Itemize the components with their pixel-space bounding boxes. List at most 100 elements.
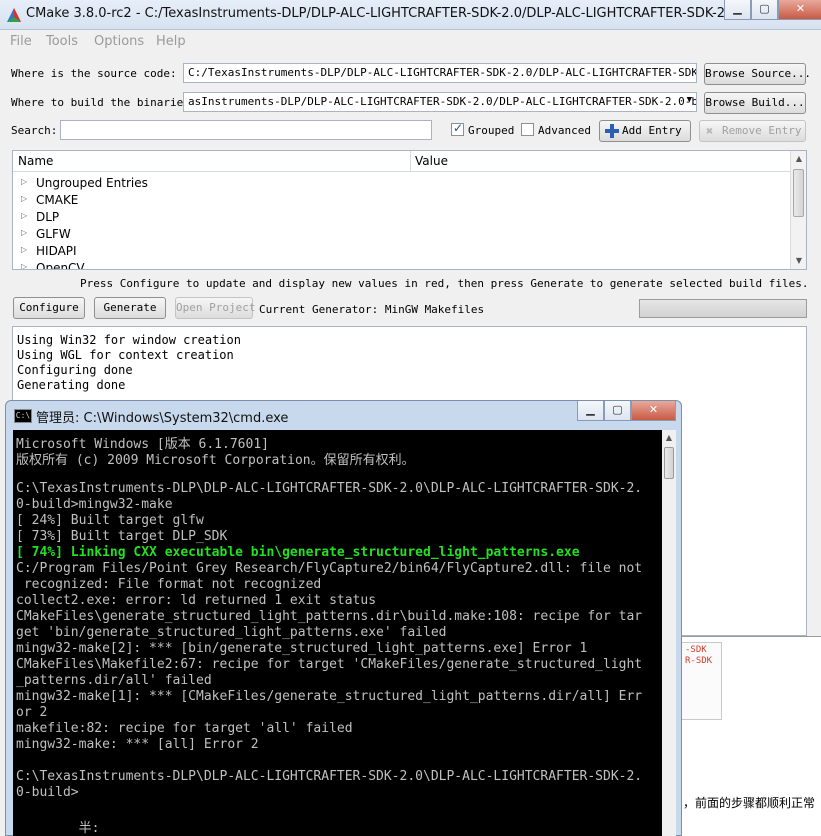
remove-icon: ✖ [706, 124, 714, 138]
cmd-window-controls: ▁ ▢ ✕ [577, 401, 676, 421]
expand-arrow-icon[interactable]: ▷ [21, 245, 27, 254]
grouped-label: Grouped [468, 124, 515, 137]
console-line: mingw32-make[2]: *** [bin/generate_struc… [16, 641, 588, 656]
expand-arrow-icon[interactable]: ▷ [21, 177, 27, 186]
grouped-checkbox[interactable] [451, 121, 464, 136]
console-line: _patterns.dir/all' failed [16, 673, 212, 688]
cmake-logo-icon [7, 8, 21, 22]
output-line: Generating done [17, 378, 126, 392]
console-scrollbar[interactable]: ▲ [662, 430, 676, 836]
add-entry-button[interactable]: Add Entry [599, 120, 691, 142]
build-label: Where to build the binaries: [11, 96, 197, 109]
tree-row-label: CMAKE [36, 193, 79, 207]
search-label: Search: [11, 124, 58, 137]
console-line: C:/Program Files/Point Grey Research/Fly… [16, 561, 643, 576]
cmd-window: C:\ 管理员: C:\Windows\System32\cmd.exe ▁ ▢… [5, 400, 682, 836]
maximize-icon[interactable]: ▢ [604, 401, 631, 421]
browse-source-button[interactable]: Browse Source... [704, 63, 811, 85]
console-line: mingw32-make[1]: *** [CMakeFiles/generat… [16, 689, 643, 704]
console-icon: C:\ [14, 409, 32, 423]
scroll-down-icon[interactable]: ▼ [791, 253, 806, 269]
column-value[interactable]: Value [415, 154, 448, 168]
close-icon[interactable]: ✕ [631, 401, 676, 421]
menu-help[interactable]: Help [156, 34, 186, 49]
tree-row[interactable]: ▷ GLFW [13, 226, 791, 243]
search-input[interactable] [60, 120, 432, 140]
column-separator [410, 151, 411, 172]
configure-hint: Press Configure to update and display ne… [80, 277, 809, 290]
open-project-button[interactable]: Open Project [175, 297, 255, 319]
tree-row-label: OpenCV [36, 261, 85, 270]
background-panel: -SDK R-SDK [681, 642, 722, 720]
advanced-label: Advanced [538, 124, 591, 137]
console-line: CMakeFiles\generate_structured_light_pat… [16, 609, 643, 624]
background-caption: ，前面的步骤都顺利正常 [683, 796, 816, 810]
scroll-up-icon[interactable]: ▲ [791, 151, 806, 167]
maximize-icon[interactable]: ▢ [751, 0, 778, 20]
tree-row[interactable]: ▷ HIDAPI [13, 243, 791, 260]
add-entry-label: Add Entry [622, 124, 682, 137]
remove-entry-button[interactable]: ✖ Remove Entry [699, 120, 806, 142]
menu-file[interactable]: File [10, 34, 32, 49]
build-value: asInstruments-DLP/DLP-ALC-LIGHTCRAFTER-S… [188, 95, 697, 108]
scroll-thumb[interactable] [793, 169, 804, 217]
tree-scrollbar[interactable]: ▲ ▼ [790, 151, 806, 269]
cmd-title: 管理员: C:\Windows\System32\cmd.exe [36, 411, 289, 426]
source-label: Where is the source code: [11, 67, 177, 80]
tree-row-label: DLP [36, 210, 60, 224]
close-icon[interactable]: ✕ [778, 0, 821, 20]
console-line: 0-build> [16, 785, 79, 800]
background-red-text: R-SDK [685, 656, 713, 666]
expand-arrow-icon[interactable]: ▷ [21, 228, 27, 237]
console-line: collect2.exe: error: ld returned 1 exit … [16, 593, 377, 608]
console-line: 半: [16, 821, 100, 836]
minimize-icon[interactable]: ▁ [577, 401, 604, 421]
remove-entry-label: Remove Entry [722, 124, 802, 137]
console-line: [ 24%] Built target glfw [16, 513, 204, 528]
browse-build-button[interactable]: Browse Build... [704, 92, 806, 114]
minimize-icon[interactable]: ▁ [724, 0, 751, 20]
console-line: C:\TexasInstruments-DLP\DLP-ALC-LIGHTCRA… [16, 769, 643, 784]
console-line: 版权所有 (c) 2009 Microsoft Corporation。保留所有… [16, 453, 415, 468]
tree-row[interactable]: ▷ DLP [13, 209, 791, 226]
cmake-window-controls: ▁ ▢ ✕ [724, 0, 821, 20]
cmd-titlebar[interactable]: C:\ 管理员: C:\Windows\System32\cmd.exe ▁ ▢… [6, 401, 681, 429]
menubar: File Tools Options Help [0, 31, 821, 53]
console-line: CMakeFiles\Makefile2:67: recipe for targ… [16, 657, 643, 672]
console-line: [ 73%] Built target DLP_SDK [16, 529, 228, 544]
console-line: [ 74%] Linking CXX executable bin\genera… [16, 545, 580, 560]
background-red-text: -SDK [685, 645, 707, 655]
plus-icon [605, 124, 619, 138]
cache-tree[interactable]: Name Value ▷ Ungrouped Entries ▷ CMAKE ▷ DL… [12, 150, 807, 270]
tree-header: Name Value [13, 151, 791, 172]
column-name[interactable]: Name [18, 154, 53, 168]
output-line: Configuring done [17, 363, 133, 377]
build-combobox[interactable]: asInstruments-DLP/DLP-ALC-LIGHTCRAFTER-S… [183, 92, 697, 112]
cmake-titlebar[interactable]: CMake 3.8.0-rc2 - C:/TexasInstruments-DL… [0, 0, 821, 30]
tree-row-label: GLFW [36, 227, 71, 241]
output-line: Using Win32 for window creation [17, 333, 241, 347]
advanced-checkbox[interactable] [521, 123, 534, 136]
expand-arrow-icon[interactable]: ▷ [21, 262, 27, 269]
chevron-down-icon[interactable]: ▼ [687, 95, 692, 105]
console-line: makefile:82: recipe for target 'all' fai… [16, 721, 353, 736]
console-line: 0-build>mingw32-make [16, 497, 173, 512]
scroll-thumb[interactable] [664, 447, 674, 479]
configure-button[interactable]: Configure [13, 297, 85, 319]
expand-arrow-icon[interactable]: ▷ [21, 194, 27, 203]
tree-row-label: Ungrouped Entries [36, 176, 148, 190]
cmake-title: CMake 3.8.0-rc2 - C:/TexasInstruments-DL… [26, 6, 775, 21]
console-output[interactable]: ▲ Microsoft Windows [版本 6.1.7601] 版权所有 (c… [13, 430, 676, 836]
menu-tools[interactable]: Tools [46, 34, 78, 49]
tree-row[interactable]: ▷ Ungrouped Entries [13, 175, 791, 192]
expand-arrow-icon[interactable]: ▷ [21, 211, 27, 220]
output-line: Using WGL for context creation [17, 348, 234, 362]
current-generator: Current Generator: MinGW Makefiles [259, 303, 485, 316]
scroll-up-icon[interactable]: ▲ [662, 430, 676, 446]
console-line: get 'bin/generate_structured_light_patte… [16, 625, 447, 640]
source-input[interactable]: C:/TexasInstruments-DLP/DLP-ALC-LIGHTCRA… [183, 63, 697, 83]
tree-row[interactable]: ▷ OpenCV [13, 260, 791, 270]
tree-row[interactable]: ▷ CMAKE [13, 192, 791, 209]
generate-button[interactable]: Generate [94, 297, 166, 319]
menu-options[interactable]: Options [94, 34, 144, 49]
